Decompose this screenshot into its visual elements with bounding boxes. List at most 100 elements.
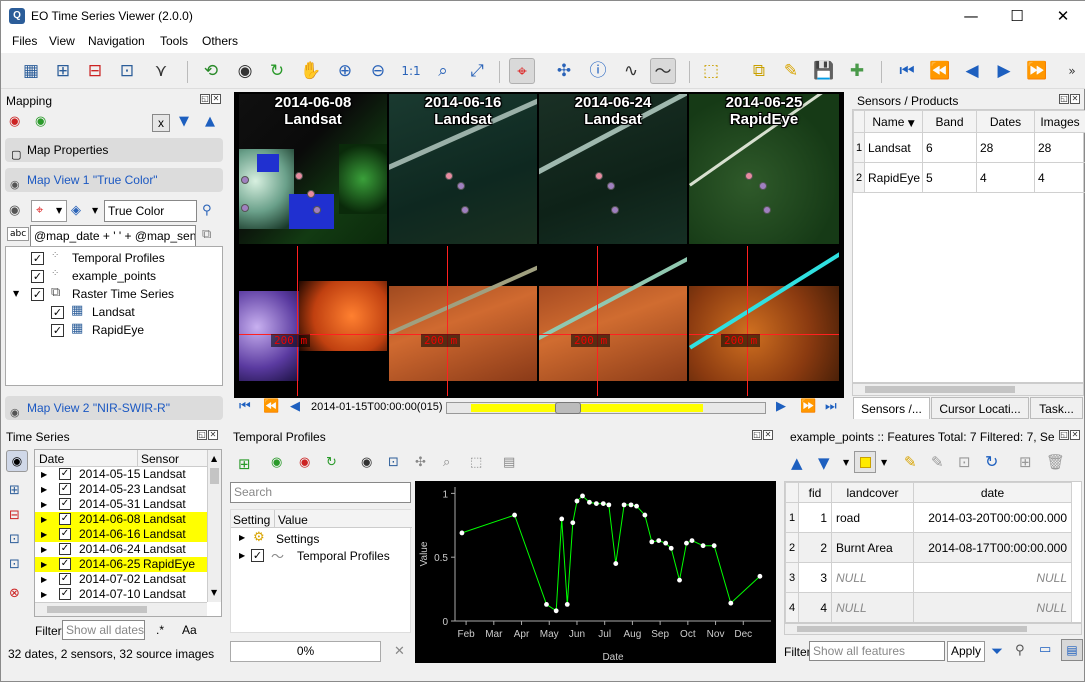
- menu-others[interactable]: Others: [202, 34, 238, 48]
- time-series-row[interactable]: ▶ ✓ 2014-06-16 Landsat: [35, 527, 207, 542]
- feature-fid[interactable]: 4: [798, 592, 832, 622]
- sensors-dock-buttons[interactable]: ◱ ✕: [1058, 94, 1080, 104]
- layer-style-icon[interactable]: ◈: [71, 203, 81, 218]
- add-raster-icon[interactable]: ⊞: [50, 58, 76, 84]
- col-fid[interactable]: fid: [798, 482, 832, 503]
- save-profile-icon[interactable]: ⊡: [388, 455, 399, 470]
- remove-plot-icon[interactable]: ◉: [299, 455, 310, 470]
- feature-landcover[interactable]: NULL: [831, 562, 914, 593]
- col-date[interactable]: date: [913, 482, 1072, 503]
- horizontal-scrollbar[interactable]: [852, 383, 1084, 396]
- apply-filter-button[interactable]: Apply: [947, 641, 985, 662]
- label-abc-icon[interactable]: abc: [7, 227, 30, 241]
- zoom-plot-icon[interactable]: ⌕: [443, 455, 450, 470]
- temporal-profile-plot[interactable]: 0 0.5 1 Feb Mar Apr May Jun Jul Aug Sep Oct Nov Dec Da…: [415, 481, 776, 663]
- horizontal-scrollbar[interactable]: [35, 602, 207, 616]
- cancel-task-icon[interactable]: ✕: [394, 644, 405, 659]
- features-dock-buttons[interactable]: ◱ ✕: [1058, 430, 1080, 440]
- previous-page-icon[interactable]: ⏪: [927, 58, 953, 84]
- case-toggle[interactable]: Aa: [182, 623, 197, 637]
- feature-landcover[interactable]: road: [831, 502, 914, 533]
- zoom-native-icon[interactable]: 1:1: [398, 58, 424, 84]
- layer-checkbox[interactable]: ✓: [51, 324, 64, 337]
- date-checkbox[interactable]: ✓: [59, 468, 71, 480]
- layer-checkbox[interactable]: ✓: [31, 270, 44, 283]
- remove-raster-icon[interactable]: ⊟: [82, 58, 108, 84]
- col-images[interactable]: Images: [1034, 110, 1085, 133]
- profiles-dock-buttons[interactable]: ◱ ✕: [751, 430, 773, 440]
- remove-images-icon[interactable]: ⊟: [9, 508, 20, 523]
- layer-checkbox[interactable]: ✓: [31, 288, 44, 301]
- next-page-icon[interactable]: ⏩: [1024, 58, 1050, 84]
- zoom-out-icon[interactable]: ⊖: [365, 58, 391, 84]
- renderer-settings-icon[interactable]: ⚲: [202, 203, 212, 218]
- date-checkbox[interactable]: ✓: [59, 573, 71, 585]
- add-feature-icon[interactable]: ⊞: [1019, 453, 1032, 471]
- add-images-icon[interactable]: ⊞: [9, 483, 20, 498]
- expand-arrow-icon[interactable]: ▶: [41, 572, 47, 587]
- chevron-down-icon[interactable]: ▼: [881, 458, 887, 467]
- map-cell-2-nir-swir[interactable]: 200 m: [389, 246, 537, 396]
- col-dates[interactable]: Dates: [976, 110, 1035, 133]
- tab-sensors[interactable]: Sensors /...: [853, 397, 930, 419]
- feature-fid[interactable]: 3: [798, 562, 832, 593]
- previous-date-icon[interactable]: ◀: [959, 58, 985, 84]
- map-view-1-section[interactable]: ◉ Map View 1 "True Color": [5, 168, 223, 192]
- previous-date-icon[interactable]: ◀: [290, 399, 300, 414]
- map-canvas-grid[interactable]: 200 m 200 m 200 m 200 m 2014-06-08 Landsa…: [234, 92, 844, 398]
- chevron-down-icon[interactable]: ▼: [92, 206, 98, 215]
- ts-filter-input[interactable]: Show all dates...: [62, 620, 145, 640]
- move-down-icon[interactable]: ▼: [179, 114, 189, 129]
- toolbar-overflow-icon[interactable]: »: [1064, 58, 1080, 84]
- feature-fid[interactable]: 1: [798, 502, 832, 533]
- settings-item[interactable]: Settings: [276, 532, 319, 546]
- edit-pencil-icon[interactable]: ✎: [778, 58, 804, 84]
- select-features-button[interactable]: [854, 451, 876, 473]
- label-expression-input[interactable]: @map_date + ' ' + @map_sensor: [30, 225, 196, 247]
- zoom-in-icon[interactable]: ⊕: [332, 58, 358, 84]
- mapping-dock-buttons[interactable]: ◱ ✕: [199, 94, 221, 104]
- feature-date[interactable]: 2014-03-20T00:00:00.000: [913, 502, 1072, 533]
- zoom-to-selection-icon[interactable]: ⚲: [1015, 643, 1025, 658]
- add-plot-icon[interactable]: ◉: [271, 455, 282, 470]
- regex-toggle[interactable]: .*: [156, 623, 164, 637]
- expand-arrow-icon[interactable]: ▶: [41, 557, 47, 572]
- time-series-row[interactable]: ▶ ✓ 2014-06-08 Landsat: [35, 512, 207, 527]
- layer-checkbox[interactable]: ✓: [31, 252, 44, 265]
- last-date-icon[interactable]: ⏭: [825, 399, 837, 414]
- expand-arrow-icon[interactable]: ▶: [41, 542, 47, 557]
- save-edits-icon[interactable]: 💾: [811, 58, 837, 84]
- map-properties-section[interactable]: ▢ Map Properties: [5, 138, 223, 162]
- add-profile-icon[interactable]: ⊞: [238, 455, 251, 473]
- table-view-icon[interactable]: ▤: [1061, 639, 1083, 661]
- visibility-eye-icon[interactable]: ◉: [9, 203, 20, 218]
- add-vector-icon[interactable]: ⋎: [148, 58, 174, 84]
- pan-plot-icon[interactable]: ✣: [415, 455, 426, 470]
- date-checkbox[interactable]: ✓: [59, 528, 71, 540]
- date-checkbox[interactable]: ✓: [59, 543, 71, 555]
- expand-arrow-icon[interactable]: ▶: [41, 497, 47, 512]
- tab-tasks[interactable]: Task...: [1030, 397, 1083, 419]
- profiles-search-input[interactable]: Search: [230, 482, 411, 503]
- first-date-icon[interactable]: ⏮: [894, 58, 920, 84]
- col-sensor[interactable]: Sensor: [141, 452, 179, 466]
- next-date-icon[interactable]: ▶: [991, 58, 1017, 84]
- filter-icon[interactable]: ⏷: [991, 642, 1003, 660]
- feature-date[interactable]: NULL: [913, 562, 1072, 593]
- save-time-series-icon[interactable]: ⊡: [114, 58, 140, 84]
- show-profile-icon[interactable]: ◉: [361, 455, 372, 470]
- zoom-extent-icon[interactable]: ⤢: [464, 58, 490, 84]
- select-center-icon[interactable]: ⌖: [509, 58, 535, 84]
- crosshair-style-button[interactable]: ⌖ ▼: [31, 200, 67, 222]
- menu-files[interactable]: Files: [12, 34, 37, 48]
- menu-navigation[interactable]: Navigation: [88, 34, 145, 48]
- vertical-scrollbar[interactable]: ▲ ▼: [207, 450, 221, 602]
- date-checkbox[interactable]: ✓: [59, 483, 71, 495]
- col-setting[interactable]: Setting: [233, 513, 270, 527]
- time-series-dock-buttons[interactable]: ◱ ✕: [196, 430, 218, 440]
- pan-icon[interactable]: ✋: [298, 58, 324, 84]
- minimize-button[interactable]: —: [948, 1, 994, 31]
- layer-checkbox[interactable]: ✓: [51, 306, 64, 319]
- multi-edit-icon[interactable]: ✎: [931, 453, 944, 471]
- tab-cursor-location[interactable]: Cursor Locati...: [931, 397, 1029, 419]
